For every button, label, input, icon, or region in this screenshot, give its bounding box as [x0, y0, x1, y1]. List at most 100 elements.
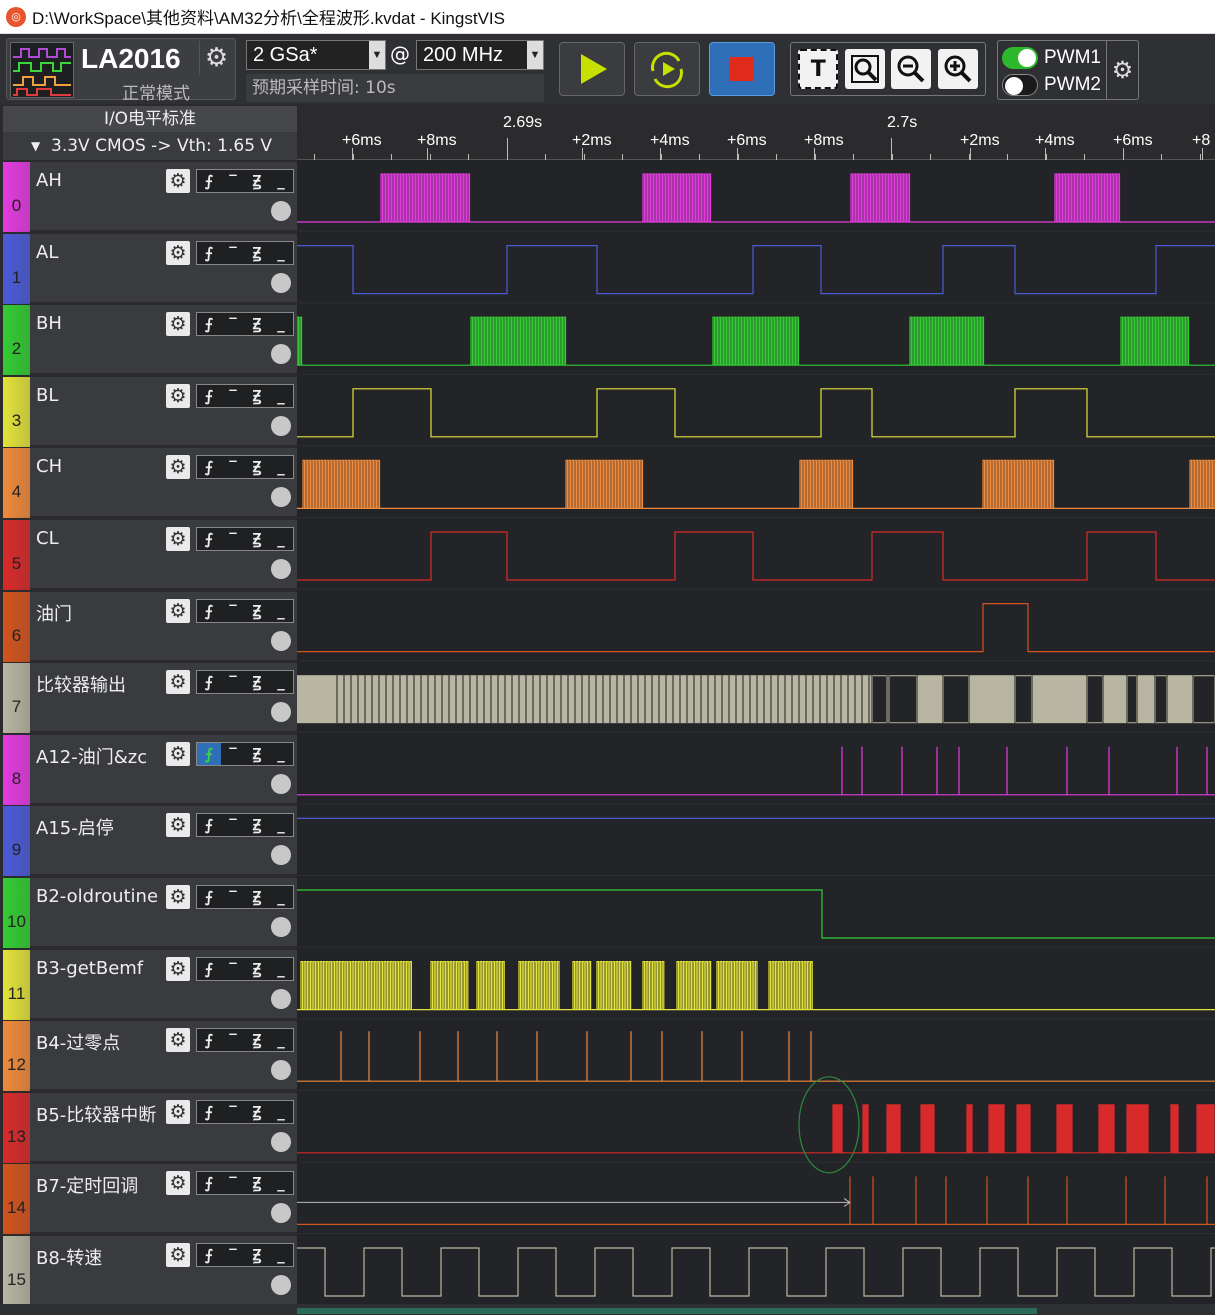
- sample-rate-select[interactable]: 2 GSa* ▼: [246, 40, 386, 70]
- channel-gear-icon[interactable]: ⚙: [166, 169, 190, 193]
- channel-status-dot[interactable]: [271, 702, 291, 722]
- falling-edge-trigger-icon[interactable]: Ꙃ: [245, 814, 269, 836]
- channel-name[interactable]: B5-比较器中断: [36, 1101, 156, 1127]
- rising-edge-trigger-icon[interactable]: ⨍: [197, 456, 221, 478]
- rising-edge-trigger-icon[interactable]: ⨍: [197, 385, 221, 407]
- start-button[interactable]: [559, 42, 625, 96]
- rising-edge-trigger-icon[interactable]: ⨍: [197, 600, 221, 622]
- channel-gear-icon[interactable]: ⚙: [166, 957, 190, 981]
- channel-status-dot[interactable]: [271, 845, 291, 865]
- stop-button[interactable]: [709, 42, 775, 96]
- channel-status-dot[interactable]: [271, 1203, 291, 1223]
- falling-edge-trigger-icon[interactable]: Ꙃ: [245, 313, 269, 335]
- channel-gear-icon[interactable]: ⚙: [166, 1100, 190, 1124]
- rising-edge-trigger-icon[interactable]: ⨍: [197, 1029, 221, 1051]
- channel-panel[interactable]: 3 BL ⚙ ⨍ ‾ Ꙃ _: [3, 377, 297, 447]
- channel-panel[interactable]: 13 B5-比较器中断 ⚙ ⨍ ‾ Ꙃ _: [3, 1093, 297, 1163]
- high-level-trigger-icon[interactable]: ‾: [221, 743, 245, 765]
- channel-name[interactable]: AH: [36, 170, 62, 191]
- low-level-trigger-icon[interactable]: _: [269, 528, 293, 550]
- pwm1-toggle[interactable]: [1002, 47, 1038, 69]
- channel-gear-icon[interactable]: ⚙: [166, 813, 190, 837]
- channel-status-dot[interactable]: [271, 1060, 291, 1080]
- low-level-trigger-icon[interactable]: _: [269, 743, 293, 765]
- channel-status-dot[interactable]: [271, 774, 291, 794]
- channel-panel[interactable]: 10 B2-oldroutine ⚙ ⨍ ‾ Ꙃ _: [3, 878, 297, 948]
- low-level-trigger-icon[interactable]: _: [269, 1029, 293, 1051]
- channel-panel[interactable]: 7 比较器输出 ⚙ ⨍ ‾ Ꙃ _: [3, 663, 297, 733]
- pwm2-toggle[interactable]: [1002, 74, 1038, 96]
- text-select-icon[interactable]: T: [798, 49, 839, 89]
- high-level-trigger-icon[interactable]: ‾: [221, 958, 245, 980]
- channel-panel[interactable]: 1 AL ⚙ ⨍ ‾ Ꙃ _: [3, 234, 297, 304]
- rising-edge-trigger-icon[interactable]: ⨍: [197, 886, 221, 908]
- falling-edge-trigger-icon[interactable]: Ꙃ: [245, 1029, 269, 1051]
- low-level-trigger-icon[interactable]: _: [269, 814, 293, 836]
- channel-name[interactable]: A12-油门&zc: [36, 743, 147, 769]
- falling-edge-trigger-icon[interactable]: Ꙃ: [245, 385, 269, 407]
- low-level-trigger-icon[interactable]: _: [269, 1244, 293, 1266]
- channel-name[interactable]: 比较器输出: [36, 671, 126, 697]
- device-settings-gear-icon[interactable]: ⚙: [199, 41, 233, 75]
- channel-name[interactable]: CH: [36, 456, 62, 477]
- falling-edge-trigger-icon[interactable]: Ꙃ: [245, 1172, 269, 1194]
- channel-gear-icon[interactable]: ⚙: [166, 312, 190, 336]
- low-level-trigger-icon[interactable]: _: [269, 958, 293, 980]
- zoom-out-icon[interactable]: [891, 49, 932, 89]
- device-selector[interactable]: LA2016 正常模式 ⚙: [6, 38, 236, 104]
- channel-gear-icon[interactable]: ⚙: [166, 670, 190, 694]
- channel-name[interactable]: B2-oldroutine: [36, 886, 158, 907]
- waveform-area[interactable]: [296, 160, 1215, 1306]
- channel-name[interactable]: A15-启停: [36, 814, 114, 840]
- rising-edge-trigger-icon[interactable]: ⨍: [197, 170, 221, 192]
- channel-status-dot[interactable]: [271, 559, 291, 579]
- high-level-trigger-icon[interactable]: ‾: [221, 1244, 245, 1266]
- channel-gear-icon[interactable]: ⚙: [166, 384, 190, 408]
- io-level-select[interactable]: ▼ 3.3V CMOS -> Vth: 1.65 V: [3, 132, 297, 160]
- low-level-trigger-icon[interactable]: _: [269, 170, 293, 192]
- channel-name[interactable]: 油门: [36, 600, 72, 626]
- channel-name[interactable]: B7-定时回调: [36, 1172, 138, 1198]
- low-level-trigger-icon[interactable]: _: [269, 671, 293, 693]
- sample-frequency-select[interactable]: 200 MHz ▼: [416, 40, 544, 70]
- high-level-trigger-icon[interactable]: ‾: [221, 1172, 245, 1194]
- falling-edge-trigger-icon[interactable]: Ꙃ: [245, 528, 269, 550]
- channel-status-dot[interactable]: [271, 631, 291, 651]
- rising-edge-trigger-icon[interactable]: ⨍: [197, 313, 221, 335]
- channel-status-dot[interactable]: [271, 1132, 291, 1152]
- high-level-trigger-icon[interactable]: ‾: [221, 242, 245, 264]
- falling-edge-trigger-icon[interactable]: Ꙃ: [245, 170, 269, 192]
- time-ruler[interactable]: +6ms +8ms 2.69s +2ms +4ms +6ms +8ms 2.7s +2ms +4m…: [297, 106, 1215, 160]
- channel-gear-icon[interactable]: ⚙: [166, 1171, 190, 1195]
- horizontal-scrollbar[interactable]: [297, 1308, 1037, 1314]
- channel-gear-icon[interactable]: ⚙: [166, 527, 190, 551]
- channel-panel[interactable]: 14 B7-定时回调 ⚙ ⨍ ‾ Ꙃ _: [3, 1164, 297, 1234]
- rising-edge-trigger-icon[interactable]: ⨍: [197, 743, 221, 765]
- high-level-trigger-icon[interactable]: ‾: [221, 814, 245, 836]
- high-level-trigger-icon[interactable]: ‾: [221, 886, 245, 908]
- high-level-trigger-icon[interactable]: ‾: [221, 528, 245, 550]
- channel-panel[interactable]: 9 A15-启停 ⚙ ⨍ ‾ Ꙃ _: [3, 806, 297, 876]
- rising-edge-trigger-icon[interactable]: ⨍: [197, 671, 221, 693]
- channel-name[interactable]: B3-getBemf: [36, 958, 143, 979]
- channel-panel[interactable]: 5 CL ⚙ ⨍ ‾ Ꙃ _: [3, 520, 297, 590]
- rising-edge-trigger-icon[interactable]: ⨍: [197, 528, 221, 550]
- falling-edge-trigger-icon[interactable]: Ꙃ: [245, 671, 269, 693]
- channel-status-dot[interactable]: [271, 344, 291, 364]
- channel-name[interactable]: B8-转速: [36, 1244, 102, 1270]
- low-level-trigger-icon[interactable]: _: [269, 456, 293, 478]
- channel-status-dot[interactable]: [271, 487, 291, 507]
- channel-gear-icon[interactable]: ⚙: [166, 1243, 190, 1267]
- low-level-trigger-icon[interactable]: _: [269, 600, 293, 622]
- low-level-trigger-icon[interactable]: _: [269, 1172, 293, 1194]
- channel-panel[interactable]: 12 B4-过零点 ⚙ ⨍ ‾ Ꙃ _: [3, 1021, 297, 1091]
- channel-panel[interactable]: 4 CH ⚙ ⨍ ‾ Ꙃ _: [3, 448, 297, 518]
- falling-edge-trigger-icon[interactable]: Ꙃ: [245, 743, 269, 765]
- channel-status-dot[interactable]: [271, 989, 291, 1009]
- falling-edge-trigger-icon[interactable]: Ꙃ: [245, 958, 269, 980]
- channel-gear-icon[interactable]: ⚙: [166, 241, 190, 265]
- high-level-trigger-icon[interactable]: ‾: [221, 456, 245, 478]
- falling-edge-trigger-icon[interactable]: Ꙃ: [245, 1244, 269, 1266]
- channel-gear-icon[interactable]: ⚙: [166, 599, 190, 623]
- channel-panel[interactable]: 8 A12-油门&zc ⚙ ⨍ ‾ Ꙃ _: [3, 735, 297, 805]
